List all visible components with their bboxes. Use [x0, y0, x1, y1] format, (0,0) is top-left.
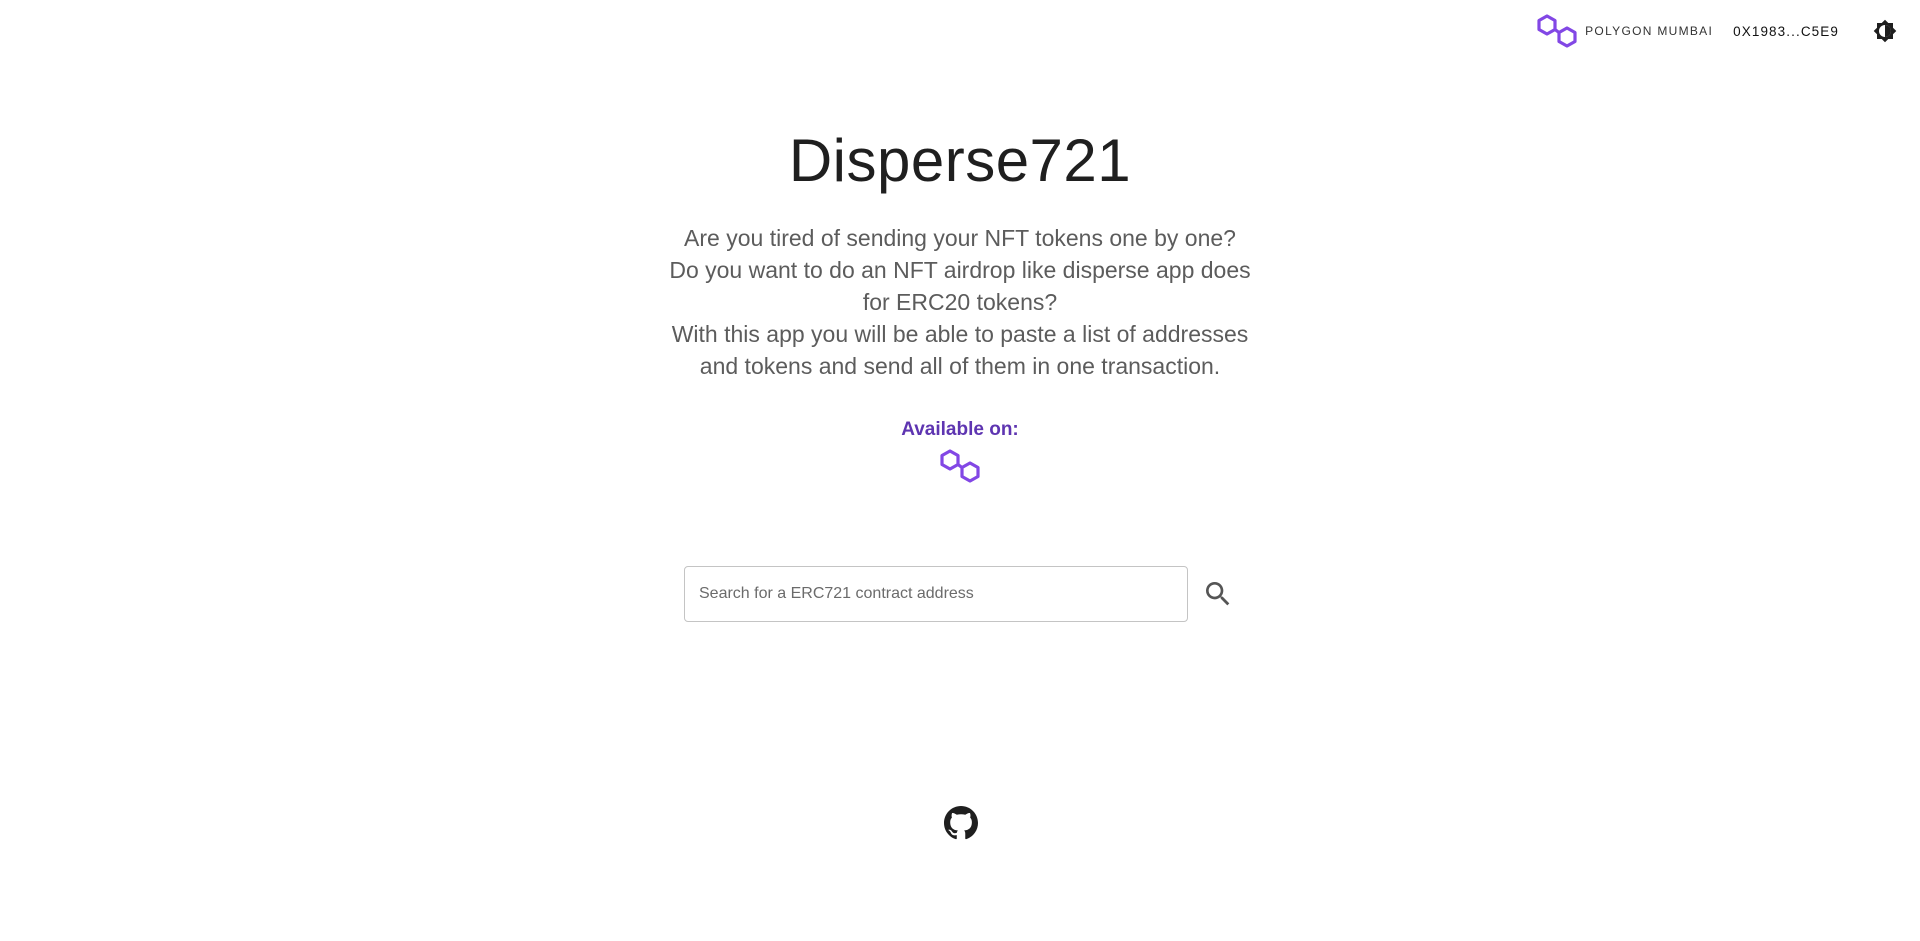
contract-search: [684, 566, 1236, 622]
account-address-button[interactable]: 0X1983...C5E9: [1733, 24, 1839, 39]
github-link[interactable]: [944, 806, 978, 840]
top-bar: POLYGON MUMBAI 0X1983...C5E9: [1537, 0, 1920, 62]
intro-line: Do you want to do an NFT airdrop like di…: [669, 257, 1251, 315]
github-icon: [944, 806, 978, 840]
intro-line: With this app you will be able to paste …: [671, 321, 1249, 379]
intro-line: Are you tired of sending your NFT tokens…: [684, 225, 1236, 251]
intro-description: Are you tired of sending your NFT tokens…: [660, 222, 1260, 382]
search-icon: [1206, 582, 1230, 606]
brightness-icon: [1873, 19, 1897, 43]
available-on-label: Available on:: [901, 419, 1019, 440]
theme-toggle-button[interactable]: [1873, 19, 1897, 43]
page-title: Disperse721: [788, 127, 1132, 194]
polygon-logo-icon: [1537, 14, 1577, 48]
contract-address-input[interactable]: [684, 566, 1188, 622]
network-selector-button[interactable]: POLYGON MUMBAI: [1537, 13, 1713, 49]
search-button[interactable]: [1200, 576, 1236, 612]
network-label: POLYGON MUMBAI: [1585, 24, 1714, 38]
polygon-logo-icon: [940, 449, 980, 483]
